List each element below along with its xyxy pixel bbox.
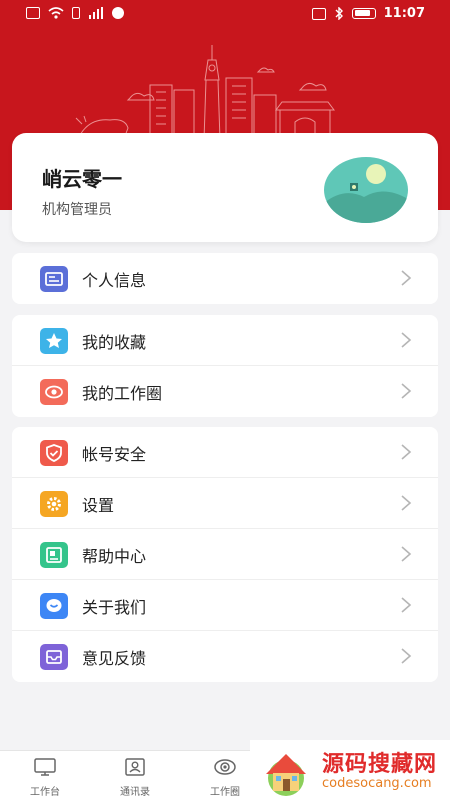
gear-icon — [40, 491, 68, 517]
profile-role: 机构管理员 — [42, 202, 112, 218]
notification-icon — [26, 7, 40, 19]
sim-icon — [72, 7, 80, 19]
menu-item-settings[interactable]: 设置 — [12, 478, 438, 529]
city-skyline-illustration — [75, 45, 335, 140]
menu-item-help-center[interactable]: 帮助中心 — [12, 529, 438, 580]
menu-group-collections: 我的收藏 我的工作圈 — [12, 315, 438, 417]
menu-item-about-us[interactable]: 关于我们 — [12, 580, 438, 631]
menu-group-settings: 帐号安全 设置 帮助中心 关于我们 意见反馈 — [12, 427, 438, 682]
menu-item-label: 帮助中心 — [82, 547, 147, 566]
menu-item-favorites[interactable]: 我的收藏 — [12, 315, 438, 366]
watermark: 源码搜藏网 codesocang.com — [250, 740, 450, 800]
eye-icon — [214, 759, 236, 775]
chevron-right-icon — [401, 546, 412, 562]
menu-item-work-circle[interactable]: 我的工作圈 — [12, 366, 438, 417]
star-icon — [40, 328, 68, 354]
menu-item-personal-info[interactable]: 个人信息 — [12, 253, 438, 304]
landscape-avatar-icon — [324, 164, 408, 223]
menu-item-feedback[interactable]: 意见反馈 — [12, 631, 438, 682]
house-logo-icon — [266, 754, 306, 796]
menu-item-label: 我的收藏 — [82, 333, 147, 352]
tab-contacts[interactable]: 通讯录 — [90, 751, 180, 800]
menu-item-label: 意见反馈 — [82, 649, 147, 668]
app-notification-icon — [112, 7, 124, 19]
chevron-right-icon — [401, 270, 412, 286]
help-book-icon — [40, 542, 68, 568]
signal-icon — [89, 7, 103, 19]
menu-item-label: 帐号安全 — [82, 445, 147, 464]
watermark-title: 源码搜藏网 — [322, 752, 438, 777]
battery-icon — [351, 8, 376, 19]
wifi-icon — [48, 7, 64, 19]
avatar[interactable] — [324, 157, 408, 223]
shield-icon — [40, 440, 68, 466]
status-time: 11:07 — [383, 6, 425, 21]
watermark-domain: codesocang.com — [322, 776, 432, 791]
tab-workbench[interactable]: 工作台 — [0, 751, 90, 800]
contacts-icon — [125, 758, 145, 776]
eye-icon — [40, 379, 68, 405]
chevron-right-icon — [401, 495, 412, 511]
profile-name: 峭云零一 — [42, 167, 122, 191]
menu-item-label: 关于我们 — [82, 598, 147, 617]
chevron-right-icon — [401, 597, 412, 613]
menu-group-personal: 个人信息 — [12, 253, 438, 304]
desktop-icon — [34, 758, 56, 776]
chat-bubble-icon — [40, 593, 68, 619]
chevron-right-icon — [401, 332, 412, 348]
chevron-right-icon — [401, 648, 412, 664]
menu-item-account-security[interactable]: 帐号安全 — [12, 427, 438, 478]
tab-label: 通讯录 — [120, 787, 150, 798]
bluetooth-icon — [335, 7, 343, 20]
menu-item-label: 个人信息 — [82, 271, 147, 290]
profile-card[interactable]: 峭云零一 机构管理员 — [12, 133, 438, 242]
tab-label: 工作台 — [30, 787, 60, 798]
chevron-right-icon — [401, 444, 412, 460]
nfc-icon — [311, 7, 326, 20]
inbox-icon — [40, 644, 68, 670]
chevron-right-icon — [401, 383, 412, 399]
status-bar: 11:07 — [0, 0, 450, 28]
menu-item-label: 我的工作圈 — [82, 384, 163, 403]
id-card-icon — [40, 266, 68, 292]
menu-item-label: 设置 — [82, 496, 115, 515]
